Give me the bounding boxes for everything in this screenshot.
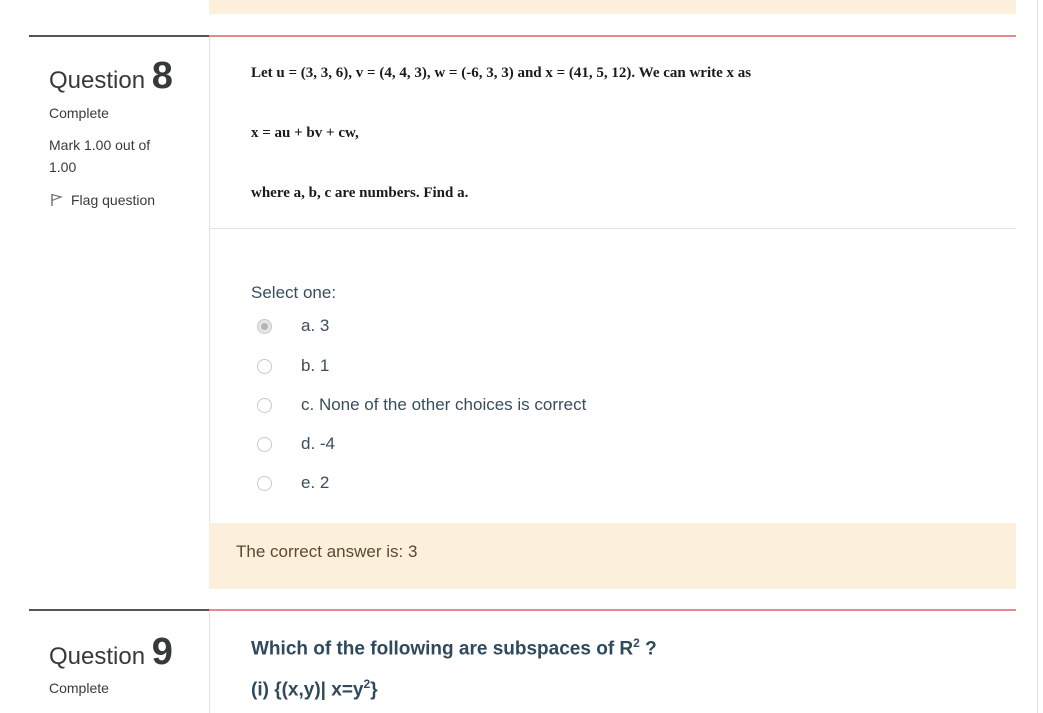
question-content-rule (209, 609, 1016, 611)
previous-question-feedback (209, 0, 1016, 14)
question-number: Question 8 (49, 55, 173, 98)
answer-option-d[interactable]: d. -4 (257, 433, 335, 455)
answer-label: e. 2 (301, 473, 330, 492)
answer-label: d. -4 (301, 434, 336, 453)
answer-label: c. None of the other choices is correct (301, 395, 587, 414)
question-text-part: ? (639, 638, 657, 660)
question-text-part: Which of the following are subspaces of … (251, 638, 634, 660)
question-number-value: 8 (151, 55, 173, 97)
answer-option-a[interactable]: a. 3 (257, 315, 329, 337)
radio-icon[interactable] (257, 397, 272, 413)
flag-icon (51, 193, 63, 206)
question-text-line: (i) {(x,y)| x=y2} (251, 677, 378, 701)
question-info-border (209, 37, 210, 523)
question-text-part: (i) {(x,y)| x=y (251, 679, 364, 701)
right-answer-text: The correct answer is: 3 (236, 542, 418, 561)
question-text-line: Which of the following are subspaces of … (251, 636, 657, 660)
answer-label: b. 1 (301, 356, 330, 375)
question-grade: Mark 1.00 out of 1.00 (49, 137, 151, 175)
question-content-rule (209, 35, 1016, 37)
question-text-line: where a, b, c are numbers. Find a. (251, 185, 469, 201)
question-state: Complete (49, 680, 109, 696)
radio-icon[interactable] (257, 318, 272, 334)
question-number: Question 9 (49, 631, 173, 674)
question-text-line: x = au + bv + cw, (251, 125, 359, 141)
answer-option-c[interactable]: c. None of the other choices is correct (257, 394, 586, 416)
question-info-border (209, 611, 210, 713)
radio-icon[interactable] (257, 436, 272, 452)
radio-icon[interactable] (257, 358, 272, 374)
question-divider (209, 228, 1016, 229)
question-state: Complete (49, 105, 109, 121)
question-label: Question (49, 67, 146, 94)
flag-question-link[interactable]: Flag question (49, 192, 155, 208)
question-text-line: Let u = (3, 3, 6), v = (4, 4, 3), w = (-… (251, 65, 752, 81)
question-label: Question (49, 643, 146, 670)
question-number-value: 9 (151, 631, 173, 673)
answer-option-b[interactable]: b. 1 (257, 355, 329, 377)
radio-icon[interactable] (257, 475, 272, 491)
question-text-part: } (370, 679, 378, 701)
answer-label: a. 3 (301, 316, 330, 335)
right-answer-feedback: The correct answer is: 3 (209, 523, 1016, 589)
answer-prompt: Select one: (251, 283, 337, 302)
page-right-border (1037, 0, 1038, 713)
answer-option-e[interactable]: e. 2 (257, 472, 329, 494)
question-info-rule (29, 609, 209, 611)
flag-question-label: Flag question (71, 192, 156, 208)
question-info-rule (29, 35, 209, 37)
superscript: 2 (633, 636, 640, 650)
